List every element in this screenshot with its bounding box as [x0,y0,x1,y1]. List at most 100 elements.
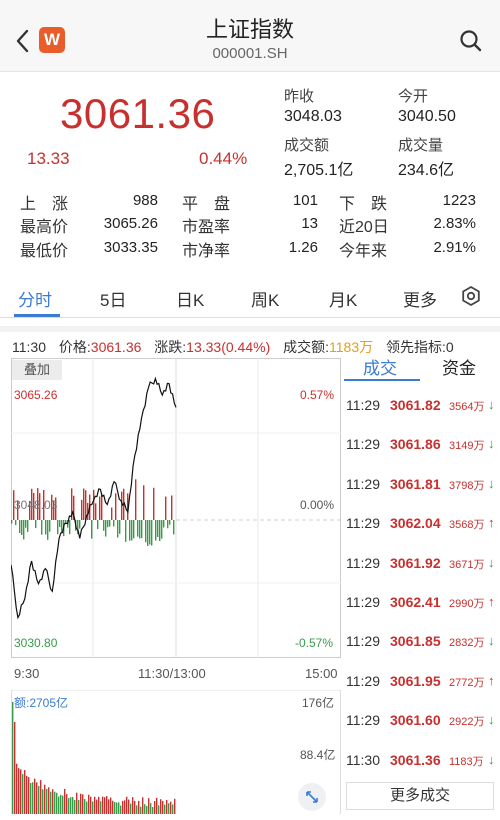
overlay-button[interactable]: 叠加 [12,360,62,380]
turnover-bar [42,789,44,814]
price-volume-bar [167,520,169,529]
price-volume-bar [165,496,167,520]
price-volume-bar [59,520,61,528]
trade-time: 11:29 [346,633,380,650]
turnover-bar [46,788,48,814]
tab-5day[interactable]: 5日 [100,286,126,311]
price-volume-bar [109,520,111,527]
turnover-bar [12,702,14,814]
ytd-label: 今年来 [339,243,388,260]
turnover-bar [40,780,42,814]
tab-capital[interactable]: 资金 [442,354,476,379]
turnover-bar [172,804,174,814]
price-volume-bar [115,493,117,520]
price-volume-bar [99,496,101,520]
turnover-bar [18,768,20,814]
trade-volume: 3564万 [449,401,485,413]
price-volume-bar [27,520,29,532]
price-volume-bar [171,495,173,520]
turnover-bar [100,801,102,814]
tab-weekly-k[interactable]: 周K [251,286,279,311]
price-volume-bar [147,520,149,546]
info-chg-label: 涨跌: [154,339,187,355]
trade-time: 11:29 [346,436,380,453]
turnover-bar [140,806,142,814]
price-volume-bar [137,520,139,537]
page-title: 上证指数 [205,17,294,42]
price-volume-bar [139,520,141,539]
arrow-down-icon: ↓ [488,633,495,649]
tab-monthly-k[interactable]: 月K [329,286,357,311]
turnover-bar [88,794,90,814]
turnover-bar [30,782,32,814]
price-volume-bar [145,520,147,543]
turnover-bar [52,789,54,814]
search-icon[interactable] [458,28,484,54]
turnover-bar [74,800,76,814]
d20-label: 近20日 [339,219,389,236]
tab-trades[interactable]: 成交 [363,354,397,379]
info-amt: 1183万 [329,339,374,355]
turnover-bar [56,792,58,814]
arrow-up-icon: ↑ [488,515,495,531]
price-volume-bar [49,520,51,532]
price-volume-bar [19,520,21,534]
turnover-bar [58,796,60,814]
turnover-bar [14,722,16,814]
turnover-bar [86,801,88,814]
price-volume-bar [159,520,161,541]
arrow-down-icon: ↓ [488,397,495,412]
tab-more[interactable]: 更多 [403,286,437,311]
trade-volume: 2990万 [449,598,485,610]
price-volume-bar [105,520,107,537]
turnover-bar [78,799,80,814]
price-volume-bar [97,520,99,530]
trade-row: 11:29 3062.04 3568万 ↑ [346,515,500,535]
turnover-bar [156,797,158,814]
turnover-bar [54,791,56,814]
ytd-value: 2.91% [433,239,476,256]
turnover-bar [114,802,116,814]
price-change-pct: 0.44% [199,149,248,168]
price-volume-bar [157,520,159,537]
volume-value: 234.6亿 [398,162,455,179]
turnover-bar [110,797,112,814]
turnover-bar [118,802,120,814]
price-volume-bar [149,520,151,545]
tab-daily-k[interactable]: 日K [176,286,204,311]
turnover-bar [162,800,164,814]
turnover-bar [20,769,22,814]
pb-label: 市净率 [182,243,231,260]
turnover-bar [62,795,64,814]
turnover-bar [108,799,110,814]
turnover-bar [120,805,122,814]
security-code: 000001.SH [212,45,288,62]
trade-volume: 1183万 [449,755,484,768]
d20-value: 2.83% [433,215,476,232]
time-axis-start: 9:30 [14,666,40,681]
trade-price: 3061.85 [390,633,441,650]
trade-time: 11:29 [346,515,380,532]
price-volume-bar [47,520,49,540]
price-volume-bar [95,503,97,520]
trade-row: 11:29 3061.85 2832万 ↓ [346,633,500,653]
prev-close-value: 3048.03 [284,108,342,125]
intraday-price-chart[interactable] [11,358,341,658]
turnover-bars [12,702,176,814]
turnover-bar [22,774,24,814]
price-volume-bar [173,520,175,535]
trade-row: 11:29 3062.41 2990万 ↑ [346,594,500,614]
tab-intraday[interactable]: 分时 [18,286,52,311]
pe-label: 市盈率 [182,219,231,236]
price-volume-bar [11,520,13,524]
arrow-down-icon: ↓ [488,554,495,570]
turnover-bar [160,799,162,814]
arrow-down-icon: ↓ [488,436,495,452]
info-time: 11:30 [12,339,46,355]
price-volume-bar [101,493,103,520]
settings-gear-icon[interactable] [460,285,482,307]
trade-row: 11:30 3061.36 1183万 ↓ [346,752,500,772]
trade-row: 11:29 3061.60 2922万 ↓ [346,712,500,732]
more-trades-button[interactable]: 更多成交 [346,782,494,810]
expand-icon[interactable] [298,783,326,811]
